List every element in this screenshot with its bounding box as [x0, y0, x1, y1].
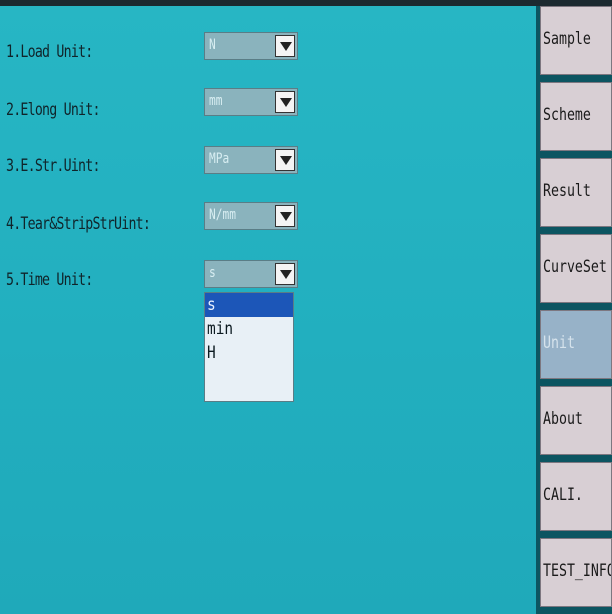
sidebar: Sample Scheme Result CurveSet Unit About… [536, 6, 612, 614]
chevron-down-icon[interactable] [275, 149, 295, 171]
load-unit-value: N [209, 37, 216, 53]
tab-result[interactable]: Result [540, 158, 612, 227]
time-unit-select[interactable]: s [204, 260, 298, 288]
chevron-down-icon[interactable] [275, 35, 295, 57]
tab-curveset[interactable]: CurveSet [540, 234, 612, 303]
elong-unit-label: 2.Elong Unit: [6, 100, 100, 120]
time-unit-value: s [209, 265, 216, 281]
e-str-unit-label: 3.E.Str.Uint: [6, 156, 100, 176]
e-str-unit-select[interactable]: MPa [204, 146, 298, 174]
time-unit-label: 5.Time Unit: [6, 270, 93, 290]
load-unit-select[interactable]: N [204, 32, 298, 60]
dropdown-option-min[interactable]: min [205, 317, 293, 341]
tab-about[interactable]: About [540, 386, 612, 455]
load-unit-label: 1.Load Unit: [6, 42, 93, 62]
tab-sample[interactable]: Sample [540, 6, 612, 75]
time-unit-dropdown-list: s min H [204, 292, 294, 402]
tear-strip-str-unit-value: N/mm [209, 207, 236, 223]
dropdown-option-s[interactable]: s [205, 293, 293, 317]
tab-test-info[interactable]: TEST_INFO [540, 538, 612, 607]
chevron-down-icon[interactable] [275, 205, 295, 227]
chevron-down-icon[interactable] [275, 91, 295, 113]
elong-unit-value: mm [209, 93, 223, 109]
dropdown-option-h[interactable]: H [205, 341, 293, 365]
tear-strip-str-unit-label: 4.Tear&StripStrUint: [6, 214, 151, 234]
unit-settings-screen: 1.Load Unit: N 2.Elong Unit: mm 3.E.Str.… [0, 0, 612, 614]
tab-cali[interactable]: CALI. [540, 462, 612, 531]
e-str-unit-value: MPa [209, 151, 230, 167]
chevron-down-icon[interactable] [275, 263, 295, 285]
elong-unit-select[interactable]: mm [204, 88, 298, 116]
tab-scheme[interactable]: Scheme [540, 82, 612, 151]
tear-strip-str-unit-select[interactable]: N/mm [204, 202, 298, 230]
tab-unit[interactable]: Unit [540, 310, 612, 379]
